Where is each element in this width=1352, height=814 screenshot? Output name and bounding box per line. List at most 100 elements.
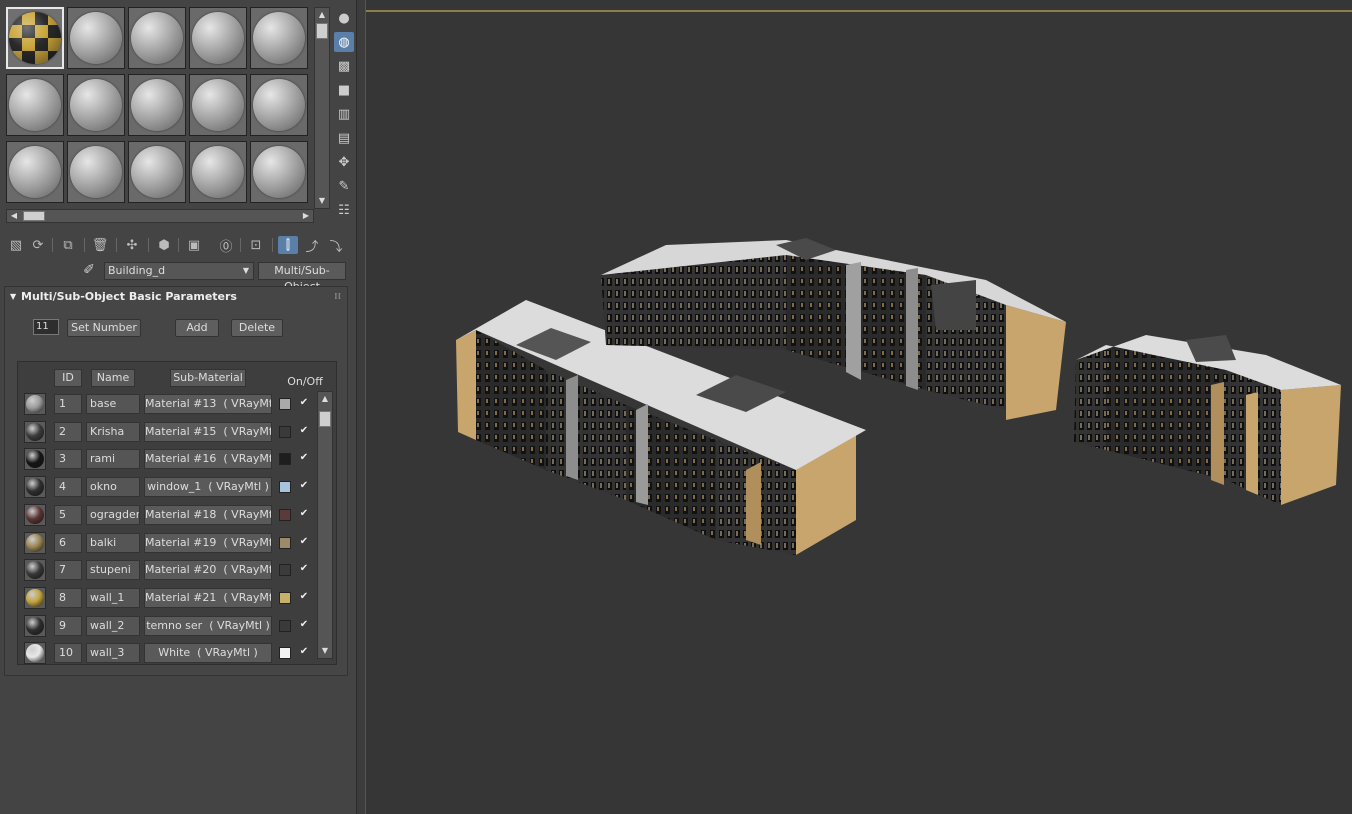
material-id-channel-icon[interactable]: ⓪ [216,236,236,255]
checkmark-icon[interactable]: ✔ [298,425,310,437]
sample-slot[interactable] [6,74,64,136]
sample-slot[interactable] [67,74,125,136]
submaterial-button[interactable]: Material #13 ( VRayMtl ) [144,394,272,414]
sample-slot[interactable] [67,7,125,69]
submaterial-id-field[interactable]: 7 [54,560,82,581]
rollout-header[interactable]: ▼ Multi/Sub-Object Basic Parameters ⁞⁞ [5,287,347,307]
scroll-down-arrow-icon[interactable]: ▼ [316,195,328,207]
submaterial-swatch[interactable] [24,420,46,443]
submaterial-color-swatch[interactable] [279,536,291,549]
submaterial-color-swatch[interactable] [279,564,291,577]
submaterial-name-field[interactable]: balki [86,532,140,553]
scroll-thumb[interactable] [319,411,331,427]
sample-slot[interactable] [189,74,247,136]
submaterial-name-field[interactable]: okno [86,477,140,498]
set-number-button[interactable]: Set Number [67,319,141,337]
go-to-parent-icon[interactable]: ⤴ [302,236,322,255]
scroll-left-arrow-icon[interactable]: ◀ [8,210,20,222]
submaterial-id-field[interactable]: 2 [54,421,82,442]
checkmark-icon[interactable]: ✔ [298,508,310,520]
submaterial-name-field[interactable]: rami [86,449,140,470]
sample-type-icon[interactable]: ● [334,8,354,28]
scroll-thumb[interactable] [23,211,45,221]
background-checker-icon[interactable]: ▩ [334,56,354,76]
submaterial-button[interactable]: Material #20 ( VRayMtl ) [144,560,272,581]
submaterial-swatch[interactable] [24,642,46,665]
checkmark-icon[interactable]: ✔ [298,591,310,603]
scroll-right-arrow-icon[interactable]: ▶ [300,210,312,222]
video-color-check-icon[interactable]: ▥ [334,104,354,124]
submaterial-id-field[interactable]: 10 [54,643,82,664]
show-end-result-icon[interactable]: ⫿ [278,236,298,254]
submaterial-name-field[interactable]: Krisha [86,421,140,442]
submaterial-button[interactable]: White ( VRayMtl ) [144,643,272,664]
sample-slot[interactable] [250,7,308,69]
number-of-materials-field[interactable]: 11 [33,319,59,335]
checkmark-icon[interactable]: ✔ [298,480,310,492]
submaterial-color-swatch[interactable] [279,453,291,466]
select-by-material-icon[interactable]: ✎ [334,176,354,196]
column-header-name[interactable]: Name [91,369,135,387]
sample-slot[interactable] [67,141,125,203]
submaterial-color-swatch[interactable] [279,481,291,494]
material-name-field[interactable]: Building_d ▼ [104,262,254,280]
make-unique-icon[interactable]: ✣ [122,236,142,254]
save-icon[interactable]: ▣ [184,236,204,254]
add-button[interactable]: Add [175,319,219,337]
sample-slot[interactable] [6,141,64,203]
scroll-thumb[interactable] [316,23,328,39]
submaterial-swatch[interactable] [24,614,46,637]
submaterial-name-field[interactable]: wall_1 [86,587,140,608]
submaterial-id-field[interactable]: 8 [54,587,82,608]
sample-slot[interactable] [128,7,186,69]
make-preview-icon[interactable]: ▤ [334,128,354,148]
sample-uv-tiling-icon[interactable]: ■ [334,80,354,100]
collapse-triangle-icon[interactable]: ▼ [10,287,16,307]
submaterial-color-swatch[interactable] [279,508,291,521]
sample-slot[interactable] [128,74,186,136]
submaterial-swatch[interactable] [24,531,46,554]
submaterial-name-field[interactable]: stupeni [86,560,140,581]
checkmark-icon[interactable]: ✔ [298,536,310,548]
sample-slot[interactable] [128,141,186,203]
checkmark-icon[interactable]: ✔ [298,619,310,631]
submaterial-id-field[interactable]: 9 [54,615,82,636]
submaterial-swatch[interactable] [24,586,46,609]
delete-icon[interactable]: 🗑 [90,236,110,254]
slots-vertical-scrollbar[interactable]: ▲ ▼ [314,7,330,209]
checkmark-icon[interactable]: ✔ [298,397,310,409]
go-forward-sibling-icon[interactable]: ⤵ [326,236,346,255]
chevron-down-icon[interactable]: ▼ [243,263,249,279]
submaterial-swatch[interactable] [24,393,46,415]
checkmark-icon[interactable]: ✔ [298,563,310,575]
submaterial-button[interactable]: Material #16 ( VRayMtl ) [144,449,272,470]
submaterial-list-scrollbar[interactable]: ▲ ▼ [317,391,333,659]
scroll-up-arrow-icon[interactable]: ▲ [319,393,331,405]
submaterial-id-field[interactable]: 3 [54,449,82,470]
checkmark-icon[interactable]: ✔ [298,646,310,658]
submaterial-color-swatch[interactable] [279,619,291,632]
submaterial-color-swatch[interactable] [279,591,291,604]
put-to-library-icon[interactable]: ⬢ [154,236,174,254]
delete-button[interactable]: Delete [231,319,283,337]
submaterial-button[interactable]: Material #18 ( VRayMtl ) [144,504,272,525]
slots-horizontal-scrollbar[interactable]: ◀ ▶ [6,209,314,223]
material-type-button[interactable]: Multi/Sub-Object [258,262,346,293]
assign-material-icon[interactable]: ⧉ [58,236,78,254]
scroll-down-arrow-icon[interactable]: ▼ [319,645,331,657]
sample-slot[interactable] [250,141,308,203]
sample-slot[interactable] [189,7,247,69]
submaterial-button[interactable]: Material #15 ( VRayMtl ) [144,421,272,442]
submaterial-name-field[interactable]: ogragdenie [86,504,140,525]
submaterial-button[interactable]: Material #21 ( VRayMtl ) [144,587,272,608]
backlight-icon[interactable]: ◍ [334,32,354,52]
submaterial-color-swatch[interactable] [279,398,291,410]
options-icon[interactable]: ✥ [334,152,354,172]
submaterial-color-swatch[interactable] [279,425,291,438]
submaterial-button[interactable]: Material #19 ( VRayMtl ) [144,532,272,553]
submaterial-id-field[interactable]: 6 [54,532,82,553]
viewport-perspective[interactable] [366,0,1352,814]
submaterial-color-swatch[interactable] [279,647,291,660]
submaterial-swatch[interactable] [24,476,46,499]
material-map-navigator-icon[interactable]: ☷ [334,200,354,220]
